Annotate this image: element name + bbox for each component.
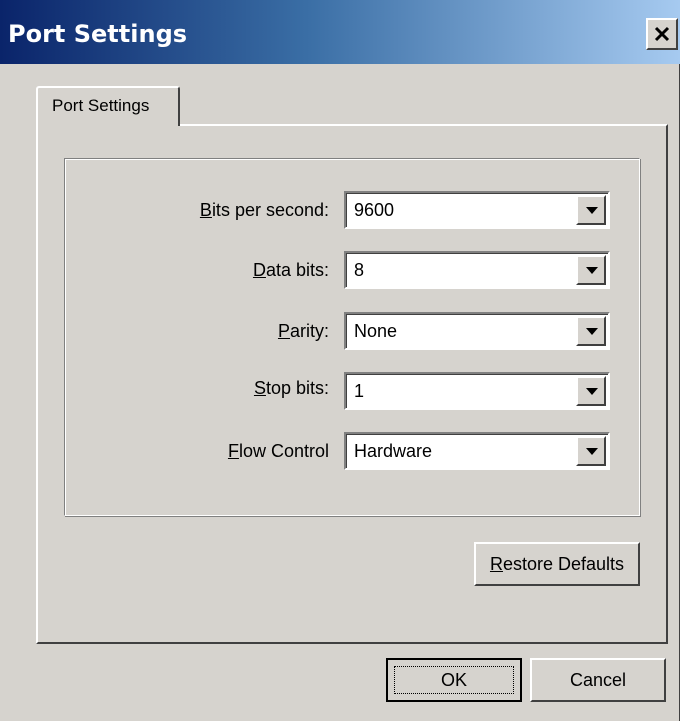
tab-port-settings[interactable]: Port Settings: [36, 86, 180, 126]
port-settings-dialog: Port Settings Port Settings Bits per sec…: [0, 0, 680, 721]
close-button[interactable]: [646, 18, 678, 50]
title-bar[interactable]: Port Settings: [0, 0, 680, 64]
tab-label: Port Settings: [52, 96, 150, 115]
window-title: Port Settings: [8, 20, 188, 48]
cancel-button[interactable]: Cancel: [530, 658, 666, 702]
tab-panel: [36, 124, 668, 644]
close-icon: [654, 26, 670, 42]
ok-button[interactable]: OK: [386, 658, 522, 702]
cancel-label: Cancel: [569, 670, 627, 690]
ok-label: OK: [440, 670, 467, 690]
